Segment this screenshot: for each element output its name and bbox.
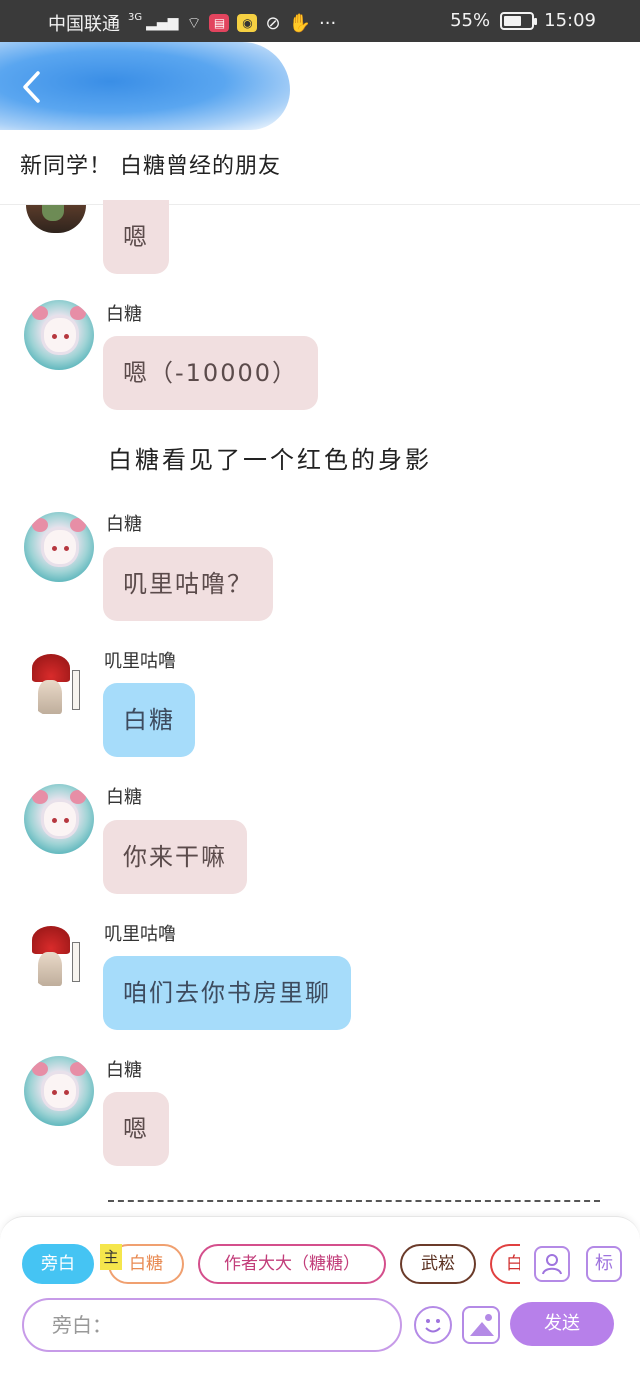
avatar-baitang[interactable] <box>24 1056 94 1126</box>
status-bar: 中国联通 3G ▂▄▆ ⌔ ▤ ◉ ⊘ ✋ ··· 55% 15:09 <box>0 0 640 42</box>
sender-name: 白糖 <box>106 787 142 808</box>
wifi-icon: ⌔ <box>186 13 202 32</box>
main-role-badge: 主 <box>100 1244 122 1270</box>
sender-name: 白糖 <box>106 1060 142 1081</box>
image-button[interactable] <box>462 1306 500 1344</box>
qq-app-icon: ◉ <box>237 14 258 32</box>
chip-wusong[interactable]: 武崧 <box>400 1244 476 1284</box>
more-status-icon: ··· <box>319 12 337 34</box>
message-bubble[interactable]: 叽里咕噜？ <box>103 547 273 621</box>
avatar-jiligulu[interactable] <box>24 648 94 718</box>
sender-name: 叽里咕噜 <box>104 651 176 672</box>
role-card-button[interactable] <box>534 1246 570 1282</box>
message-bubble[interactable]: 你来干嘛 <box>103 820 247 894</box>
message-bubble[interactable]: 嗯（-10000） <box>103 336 319 410</box>
avatar-jiligulu[interactable] <box>24 920 94 990</box>
emoji-button[interactable] <box>414 1306 452 1344</box>
back-button[interactable] <box>20 70 50 106</box>
chip-partial[interactable]: 白 <box>490 1244 520 1284</box>
battery-icon <box>500 11 538 30</box>
avatar-baitang[interactable] <box>24 512 94 582</box>
status-right: 55% 15:09 <box>450 10 596 31</box>
chip-narration[interactable]: 旁白 <box>22 1244 94 1284</box>
avatar-baitang[interactable] <box>24 784 94 854</box>
send-button[interactable]: 发送 <box>510 1302 614 1346</box>
image-icon <box>485 1314 492 1321</box>
role-chip-bar[interactable]: 旁白 白糖 作者大大（糖糖） 武崧 白 <box>22 1242 520 1286</box>
user-card-icon <box>542 1254 562 1275</box>
sender-name: 白糖 <box>106 514 142 535</box>
status-left: 中国联通 3G ▂▄▆ ⌔ ▤ ◉ ⊘ ✋ ··· <box>48 10 336 36</box>
clock: 15:09 <box>544 10 596 31</box>
avatar-baitang[interactable] <box>24 300 94 370</box>
narration-text: 白糖看见了一个红色的身影 <box>108 446 432 474</box>
tag-button[interactable]: 标 <box>586 1246 622 1282</box>
chat-header <box>0 42 640 130</box>
message-input[interactable]: 旁白： <box>22 1298 402 1352</box>
book-app-icon: ▤ <box>209 14 230 32</box>
header-divider <box>0 204 640 205</box>
message-bubble[interactable]: 嗯 <box>103 1092 169 1166</box>
hand-app-icon: ✋ <box>288 12 311 34</box>
sender-name: 白糖 <box>106 304 142 325</box>
carrier-label: 中国联通 <box>48 14 120 35</box>
message-bubble[interactable]: 嗯 <box>103 200 169 274</box>
sender-name: 叽里咕噜 <box>104 924 176 945</box>
chevron-left-icon <box>23 71 40 103</box>
avatar-partial[interactable] <box>26 205 86 233</box>
network-label: 3G <box>128 11 143 23</box>
smiley-icon <box>425 1319 441 1333</box>
chip-author[interactable]: 作者大大（糖糖） <box>198 1244 386 1284</box>
separator-line <box>108 1200 600 1202</box>
chat-title: 新同学！ 白糖曾经的朋友 <box>20 154 281 179</box>
message-bubble[interactable]: 咱们去你书房里聊 <box>103 956 351 1030</box>
browser-app-icon: ⊘ <box>265 12 281 34</box>
message-bubble[interactable]: 白糖 <box>103 683 195 757</box>
signal-icon: ▂▄▆ <box>146 15 179 31</box>
battery-percent: 55% <box>450 10 491 31</box>
